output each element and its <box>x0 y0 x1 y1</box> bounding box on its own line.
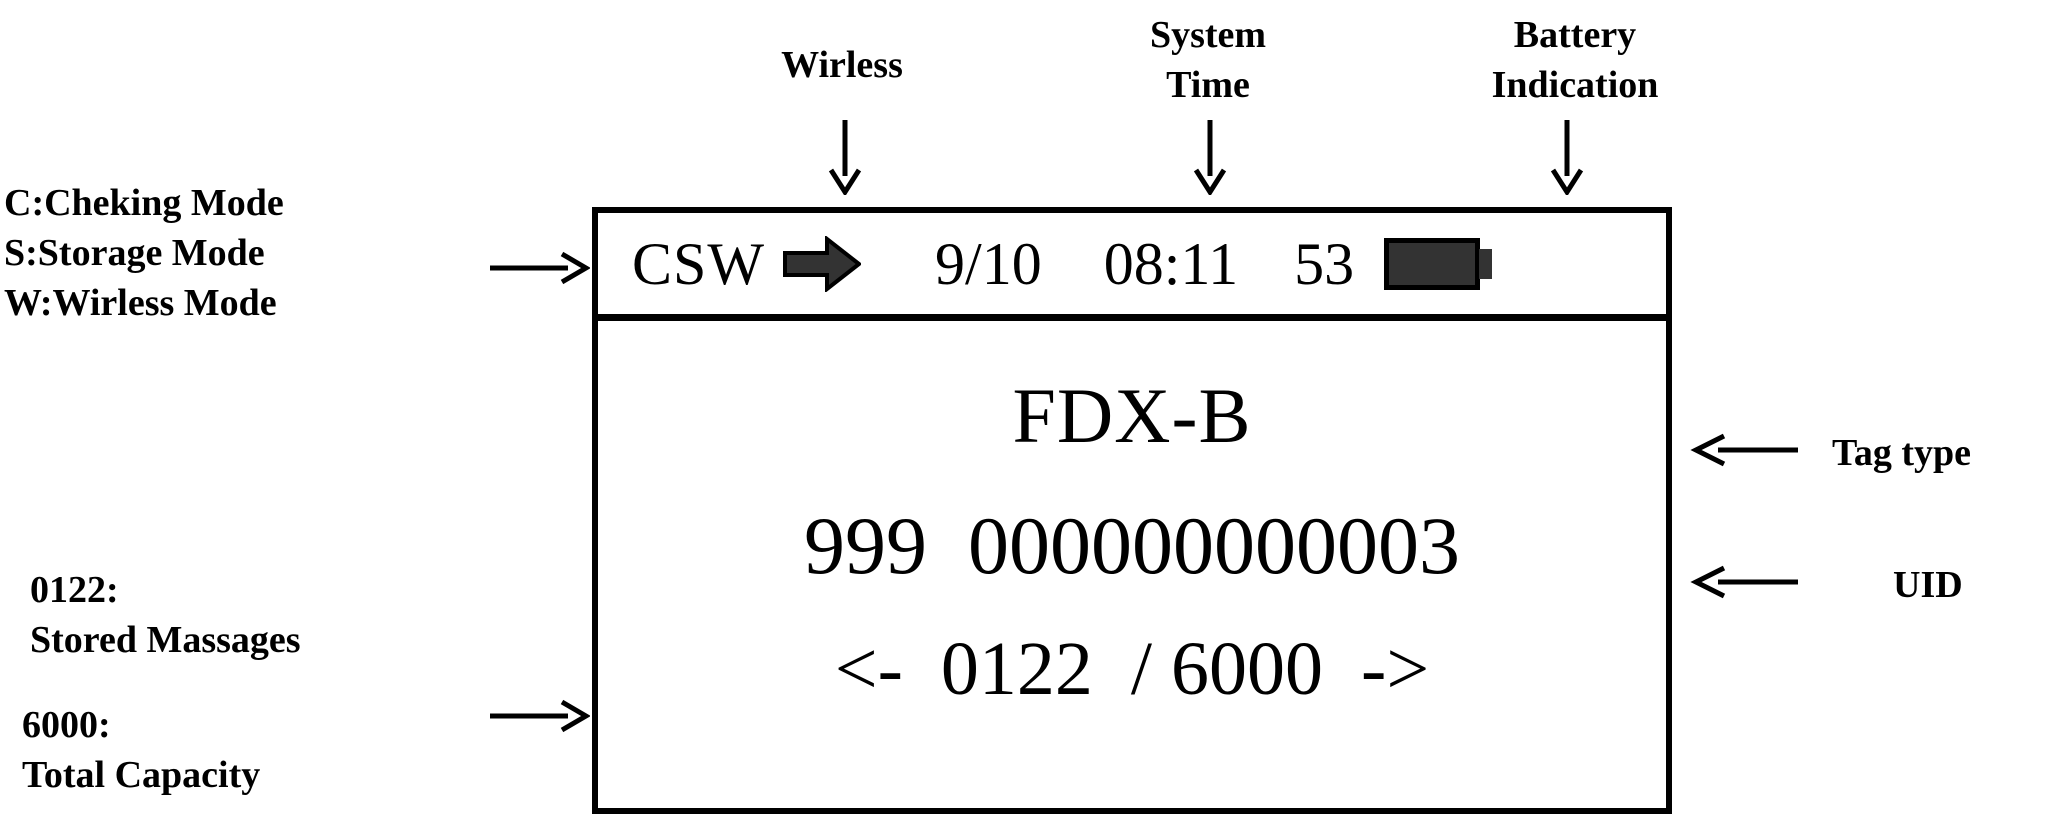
battery-full-icon <box>1384 237 1493 290</box>
annotation-total-capacity-label: 6000: Total Capacity <box>22 704 261 797</box>
pointer-arrow-battery <box>1550 120 1584 195</box>
device-screen: CSW 9/10 08:11 53 FDX-B 999 000000000003… <box>592 207 1672 814</box>
pointer-arrow-system-time <box>1193 120 1227 195</box>
mode-indicator-text: CSW <box>632 230 766 297</box>
pointer-arrow-uid <box>1690 565 1798 599</box>
record-navigation[interactable]: <- 0122 / 6000 -> <box>835 631 1429 707</box>
battery-percent-text: 53 <box>1294 230 1355 297</box>
status-bar: CSW 9/10 08:11 53 <box>598 213 1666 321</box>
pointer-arrow-capacity <box>490 699 590 733</box>
annotation-wireless-label: Wirless <box>781 44 903 86</box>
status-date: 9/10 <box>935 230 1042 297</box>
pointer-arrow-mode-legend <box>490 251 590 285</box>
pointer-arrow-tag-type <box>1690 433 1798 467</box>
status-time: 08:11 <box>1103 230 1239 297</box>
annotation-system-time-label: System Time <box>1149 14 1267 107</box>
battery-body <box>1384 237 1481 290</box>
annotation-battery-label: Battery Indication <box>1491 14 1659 107</box>
annotation-stored-messages-label: 0122: Stored Massages <box>30 569 301 662</box>
battery-cap <box>1479 248 1493 279</box>
tag-type-value: FDX-B <box>1012 372 1252 459</box>
pointer-arrow-wireless <box>828 120 862 195</box>
annotation-tag-type-label: Tag type <box>1832 432 1972 474</box>
screen-body: FDX-B 999 000000000003 <- 0122 / 6000 -> <box>598 321 1666 808</box>
annotation-uid-label: UID <box>1893 564 1963 606</box>
uid-value: 999 000000000003 <box>804 500 1460 591</box>
annotation-mode-legend: C:Cheking Mode S:Storage Mode W:Wirless … <box>4 182 284 325</box>
arrow-right-icon <box>783 235 862 292</box>
